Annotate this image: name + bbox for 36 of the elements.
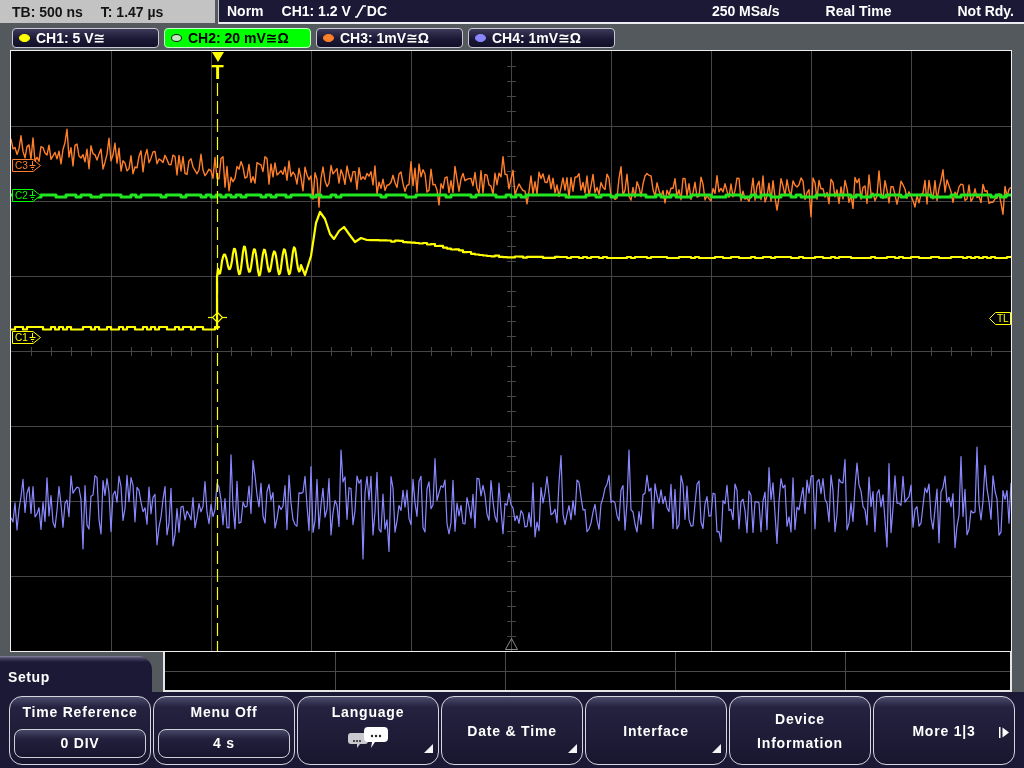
channel-tab[interactable]: CH1: 5 V≅ [12, 27, 159, 48]
channel-tab[interactable]: CH2: 20 mV≅Ω [164, 27, 311, 48]
softkey-button[interactable]: Language [297, 696, 439, 765]
next-arrow-icon [999, 727, 1009, 738]
value-display: 0 DIV [14, 729, 146, 758]
corner-triangle-icon [568, 744, 577, 753]
down-triangle-icon [211, 52, 224, 62]
trigger-coupling-readout: DC [366, 3, 388, 19]
softkey-button[interactable]: Device Information [729, 696, 871, 765]
marker-label: C3 [15, 160, 28, 171]
trigger-offset-readout: T: 1.47 µs [100, 3, 164, 20]
trigger-position-marker: T [211, 63, 224, 81]
rising-edge-icon [354, 4, 366, 18]
trigger-level-marker: TL [989, 312, 1011, 325]
timebase-readout: TB: 500 ns [12, 3, 83, 20]
corner-triangle-icon [424, 744, 433, 753]
corner-triangle-icon [712, 744, 721, 753]
softkey-button[interactable]: Time Reference 0 DIV [9, 696, 151, 765]
softkey-button[interactable]: Interface [585, 696, 727, 765]
channel-tab[interactable]: CH4: 1mV≅Ω [468, 27, 615, 48]
diamond-icon [207, 311, 228, 324]
up-triangle-icon [505, 638, 518, 650]
sample-rate-readout: 250 MSa/s [711, 3, 780, 19]
trigger-mode-readout: Norm [227, 3, 264, 19]
trigger-level-readout: CH1: 1.2 V [281, 3, 351, 19]
acquisition-status-readout: Not Rdy. [957, 3, 1014, 19]
marker-label: C1 [15, 332, 28, 343]
softkey-button[interactable]: More 1|3 [873, 696, 1015, 765]
menu-title: Setup [0, 656, 152, 692]
softkey-button[interactable]: Menu Off 4 s [153, 696, 295, 765]
speech-bubbles-icon [348, 727, 388, 749]
value-display: 4 s [158, 729, 290, 758]
softkey-button[interactable]: Date & Time [441, 696, 583, 765]
acquisition-mode-readout: Real Time [825, 3, 892, 19]
channel-tab[interactable]: CH3: 1mV≅Ω [316, 27, 463, 48]
marker-label: C2 [15, 190, 28, 201]
